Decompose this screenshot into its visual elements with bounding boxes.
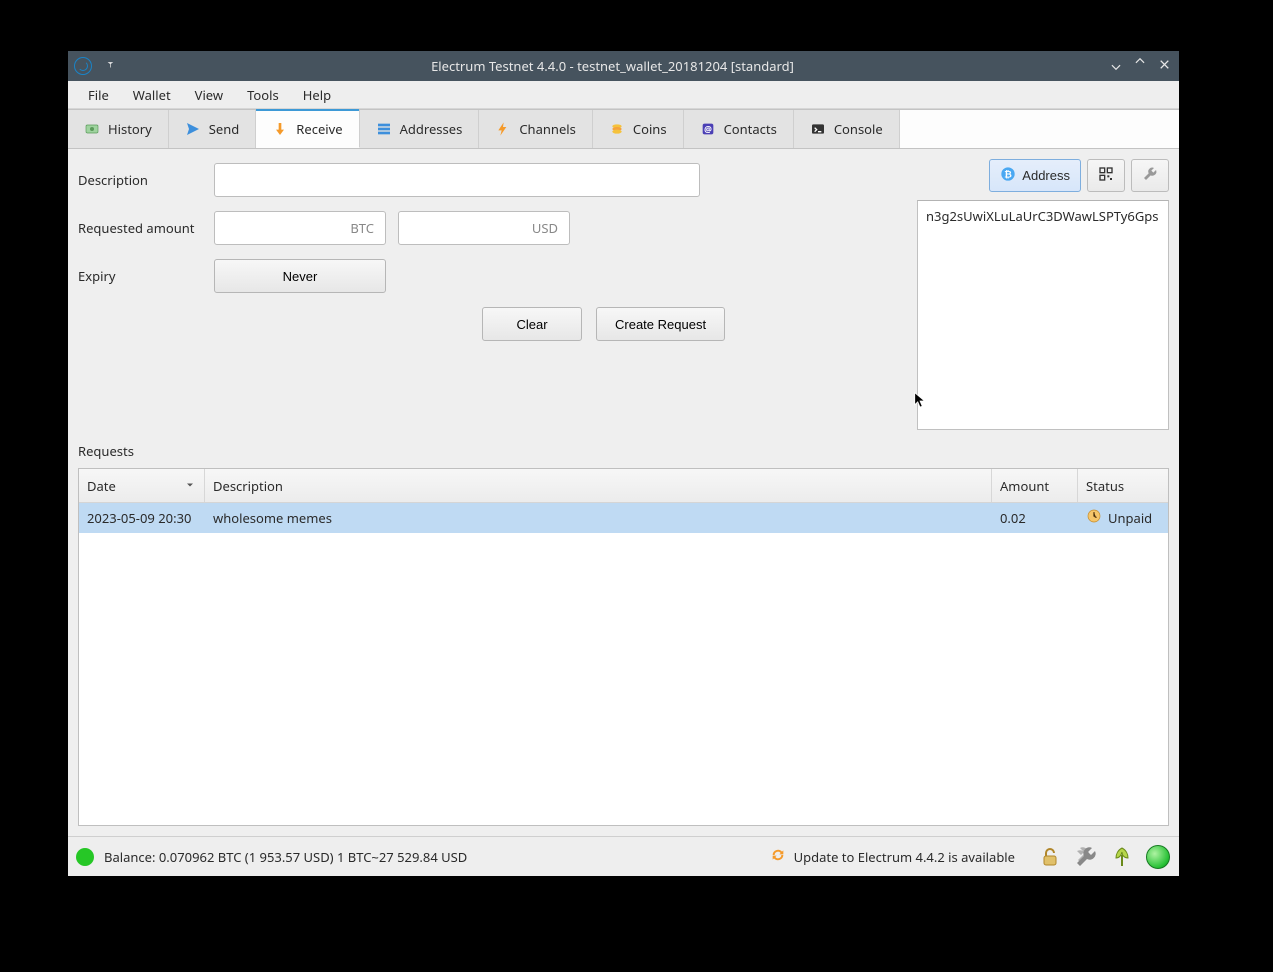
table-row[interactable]: 2023-05-09 20:30 wholesome memes 0.02 Un… <box>79 503 1168 533</box>
qr-icon <box>1098 166 1114 185</box>
create-request-button[interactable]: Create Request <box>596 307 725 341</box>
description-input[interactable] <box>214 163 700 197</box>
wrench-icon <box>1142 166 1158 185</box>
channels-icon <box>495 121 511 137</box>
column-date[interactable]: Date <box>79 469 205 502</box>
tab-label: Console <box>834 120 883 138</box>
tools-button[interactable] <box>1131 159 1169 192</box>
address-button[interactable]: ₿ Address <box>989 159 1081 192</box>
cell-amount: 0.02 <box>992 509 1078 527</box>
address-textbox[interactable]: n3g2sUwiXLuLaUrC3DWawLSPTy6Gps <box>917 200 1169 430</box>
cell-status: Unpaid <box>1078 508 1168 528</box>
titlebar: Electrum Testnet 4.4.0 - testnet_wallet_… <box>68 51 1179 81</box>
statusbar: Balance: 0.070962 BTC (1 953.57 USD) 1 B… <box>68 836 1179 876</box>
table-header: Date Description Amount Status <box>79 469 1168 503</box>
tab-channels[interactable]: Channels <box>479 110 593 148</box>
cell-status-text: Unpaid <box>1108 509 1152 527</box>
qr-button[interactable] <box>1087 159 1125 192</box>
seed-icon[interactable] <box>1109 844 1135 870</box>
clock-icon <box>1086 508 1102 528</box>
cell-date: 2023-05-09 20:30 <box>79 509 205 527</box>
menubar: File Wallet View Tools Help <box>68 81 1179 109</box>
description-label: Description <box>78 171 214 189</box>
lock-icon[interactable] <box>1037 844 1063 870</box>
clear-button[interactable]: Clear <box>482 307 582 341</box>
tab-label: Coins <box>633 120 667 138</box>
svg-text:₿: ₿ <box>1004 169 1012 179</box>
receive-icon <box>272 121 288 137</box>
send-icon <box>185 121 201 137</box>
chevron-down-icon <box>184 477 196 495</box>
tabbar-filler <box>900 110 1179 148</box>
tab-send[interactable]: Send <box>169 110 257 148</box>
receive-form: Description Requested amount BTC USD <box>78 159 905 430</box>
tab-label: Receive <box>296 120 342 138</box>
update-notice[interactable]: Update to Electrum 4.4.2 is available <box>770 847 1015 867</box>
address-button-label: Address <box>1022 168 1070 183</box>
pin-icon[interactable] <box>100 57 118 75</box>
column-description[interactable]: Description <box>205 469 992 502</box>
balance-text: Balance: 0.070962 BTC (1 953.57 USD) 1 B… <box>104 848 467 866</box>
svg-text:@: @ <box>704 123 712 135</box>
tab-label: History <box>108 120 152 138</box>
requests-title: Requests <box>78 442 1169 460</box>
address-display-area: ₿ Address n3g2sUwiXLuLaUrC3DWawLSPTy6Gps <box>917 159 1169 430</box>
tab-label: Send <box>209 120 240 138</box>
status-dot-icon <box>76 848 94 866</box>
menu-file[interactable]: File <box>76 81 121 108</box>
window-controls <box>1107 56 1173 76</box>
column-status[interactable]: Status <box>1078 469 1168 502</box>
expiry-label: Expiry <box>78 267 214 285</box>
tabbar: History Send Receive Addresses Channels … <box>68 109 1179 149</box>
amount-usd-input[interactable] <box>398 211 570 245</box>
column-amount[interactable]: Amount <box>992 469 1078 502</box>
close-button[interactable] <box>1155 56 1173 76</box>
expiry-dropdown[interactable]: Never <box>214 259 386 293</box>
menu-wallet[interactable]: Wallet <box>121 81 183 108</box>
app-icon <box>74 57 92 75</box>
menu-view[interactable]: View <box>183 81 235 108</box>
tab-label: Addresses <box>400 120 463 138</box>
requests-table: Date Description Amount Status 2023-05-0… <box>78 468 1169 826</box>
tab-coins[interactable]: Coins <box>593 110 684 148</box>
amount-btc-input[interactable] <box>214 211 386 245</box>
app-window: Electrum Testnet 4.4.0 - testnet_wallet_… <box>68 51 1179 876</box>
update-text: Update to Electrum 4.4.2 is available <box>794 848 1015 866</box>
tab-console[interactable]: Console <box>794 110 900 148</box>
menu-help[interactable]: Help <box>291 81 343 108</box>
menu-tools[interactable]: Tools <box>235 81 291 108</box>
tab-addresses[interactable]: Addresses <box>360 110 480 148</box>
window-title: Electrum Testnet 4.4.0 - testnet_wallet_… <box>118 57 1107 75</box>
minimize-button[interactable] <box>1107 56 1125 76</box>
console-icon <box>810 121 826 137</box>
tab-history[interactable]: History <box>68 110 169 148</box>
tab-label: Channels <box>519 120 576 138</box>
coins-icon <box>609 121 625 137</box>
history-icon <box>84 121 100 137</box>
tab-contacts[interactable]: @ Contacts <box>684 110 794 148</box>
refresh-icon <box>770 847 786 867</box>
receive-panel: Description Requested amount BTC USD <box>68 149 1179 836</box>
addresses-icon <box>376 121 392 137</box>
network-status-icon[interactable] <box>1145 844 1171 870</box>
bitcoin-icon: ₿ <box>1000 166 1016 185</box>
preferences-icon[interactable] <box>1073 844 1099 870</box>
tab-label: Contacts <box>724 120 777 138</box>
maximize-button[interactable] <box>1131 56 1149 76</box>
tab-receive[interactable]: Receive <box>256 110 359 148</box>
contacts-icon: @ <box>700 121 716 137</box>
requested-amount-label: Requested amount <box>78 219 214 237</box>
cell-description: wholesome memes <box>205 509 992 527</box>
